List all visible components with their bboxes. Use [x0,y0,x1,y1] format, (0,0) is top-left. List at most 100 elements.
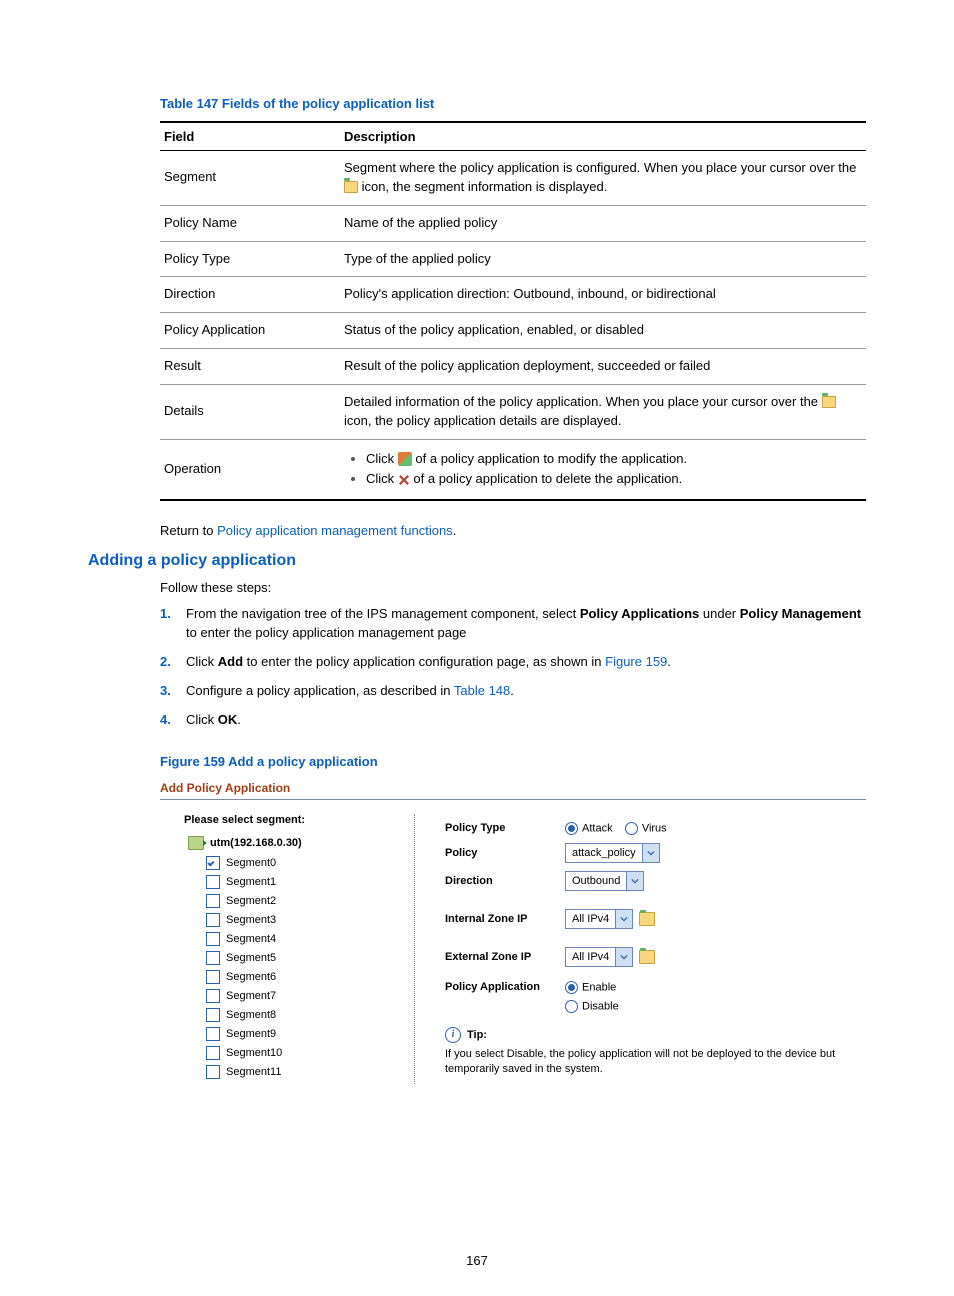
select-internal-ip[interactable]: All IPv4 [565,909,633,929]
link-table-148[interactable]: Table 148 [454,683,510,698]
checkbox-icon[interactable] [206,1065,220,1079]
table-row: Result Result of the policy application … [160,349,866,385]
checkbox-icon[interactable] [206,970,220,984]
label-policy-type: Policy Type [445,822,565,834]
cell-field: Policy Type [160,241,340,277]
form-title: Add Policy Application [160,777,866,799]
tip-text: If you select Disable, the policy applic… [445,1047,866,1078]
page-number: 167 [0,1253,954,1268]
cell-field: Segment [160,151,340,206]
cell-desc: Type of the applied policy [340,241,866,277]
cell-field: Details [160,384,340,439]
step-1: 1. From the navigation tree of the IPS m… [160,605,866,643]
link-figure-159[interactable]: Figure 159 [605,654,667,669]
figure-caption: Figure 159 Add a policy application [160,754,866,769]
vertical-divider [414,814,415,1084]
table-caption: Table 147 Fields of the policy applicati… [160,96,866,111]
info-icon: i [445,1027,461,1043]
radio-enable[interactable] [565,981,578,994]
segment-item[interactable]: Segment8 [206,1008,384,1022]
cell-desc: Click of a policy application to modify … [340,439,866,500]
table-row: Segment Segment where the policy applica… [160,151,866,206]
segment-item[interactable]: Segment5 [206,951,384,965]
cell-desc: Name of the applied policy [340,205,866,241]
segment-item[interactable]: Segment9 [206,1027,384,1041]
device-row: utm(192.168.0.30) [188,836,384,850]
label-direction: Direction [445,875,565,887]
device-icon [188,836,204,850]
segment-item[interactable]: Segment2 [206,894,384,908]
step-4: 4. Click OK. [160,711,866,730]
cell-desc: Result of the policy application deploym… [340,349,866,385]
checkbox-icon[interactable] [206,894,220,908]
steps-list: 1. From the navigation tree of the IPS m… [160,605,866,729]
segment-item[interactable]: Segment0 [206,856,384,870]
intro-text: Follow these steps: [160,580,866,595]
table-row: Policy Name Name of the applied policy [160,205,866,241]
checkbox-icon[interactable] [206,989,220,1003]
table-row: Details Detailed information of the poli… [160,384,866,439]
segment-item[interactable]: Segment10 [206,1046,384,1060]
checkbox-icon[interactable] [206,951,220,965]
return-line: Return to Policy application management … [160,523,866,538]
cell-field: Policy Name [160,205,340,241]
th-desc: Description [340,122,866,151]
checkbox-icon[interactable] [206,1046,220,1060]
cell-field: Operation [160,439,340,500]
segment-item[interactable]: Segment6 [206,970,384,984]
cell-field: Direction [160,277,340,313]
checkbox-icon[interactable] [206,856,220,870]
cell-desc: Status of the policy application, enable… [340,313,866,349]
chevron-down-icon[interactable] [626,872,643,890]
folder-icon [344,181,358,193]
link-policy-mgmt-functions[interactable]: Policy application management functions [217,523,453,538]
folder-icon[interactable] [639,950,655,964]
segment-item[interactable]: Segment1 [206,875,384,889]
table-row: Direction Policy's application direction… [160,277,866,313]
chevron-down-icon[interactable] [615,948,632,966]
folder-icon[interactable] [639,912,655,926]
cell-desc: Policy's application direction: Outbound… [340,277,866,313]
modify-icon [398,452,412,466]
delete-icon [398,474,410,486]
cell-field: Result [160,349,340,385]
label-policy-application: Policy Application [445,981,565,993]
table-row: Policy Application Status of the policy … [160,313,866,349]
label-policy: Policy [445,847,565,859]
select-policy[interactable]: attack_policy [565,843,660,863]
device-name: utm(192.168.0.30) [210,837,302,849]
step-3: 3. Configure a policy application, as de… [160,682,866,701]
cell-desc: Detailed information of the policy appli… [340,384,866,439]
segment-item[interactable]: Segment11 [206,1065,384,1079]
select-external-ip[interactable]: All IPv4 [565,947,633,967]
th-field: Field [160,122,340,151]
segment-item[interactable]: Segment4 [206,932,384,946]
cell-field: Policy Application [160,313,340,349]
label-internal-zone: Internal Zone IP [445,913,565,925]
chevron-down-icon[interactable] [615,910,632,928]
segment-select-label: Please select segment: [184,814,384,826]
checkbox-icon[interactable] [206,932,220,946]
chevron-down-icon[interactable] [642,844,659,862]
radio-virus[interactable] [625,822,638,835]
table-row: Policy Type Type of the applied policy [160,241,866,277]
segment-item[interactable]: Segment3 [206,913,384,927]
checkbox-icon[interactable] [206,875,220,889]
cell-desc: Segment where the policy application is … [340,151,866,206]
segment-list: Segment0 Segment1 Segment2 Segment3 Segm… [206,856,384,1079]
step-2: 2. Click Add to enter the policy applica… [160,653,866,672]
segment-item[interactable]: Segment7 [206,989,384,1003]
radio-disable[interactable] [565,1000,578,1013]
select-direction[interactable]: Outbound [565,871,644,891]
heading-adding-policy-application: Adding a policy application [88,552,866,570]
label-external-zone: External Zone IP [445,951,565,963]
figure-add-policy-application: Add Policy Application Please select seg… [160,777,866,1084]
radio-attack[interactable] [565,822,578,835]
tip-label: Tip: [467,1029,487,1041]
fields-table: Field Description Segment Segment where … [160,121,866,501]
folder-icon [822,396,836,408]
table-row: Operation Click of a policy application … [160,439,866,500]
checkbox-icon[interactable] [206,913,220,927]
checkbox-icon[interactable] [206,1008,220,1022]
checkbox-icon[interactable] [206,1027,220,1041]
